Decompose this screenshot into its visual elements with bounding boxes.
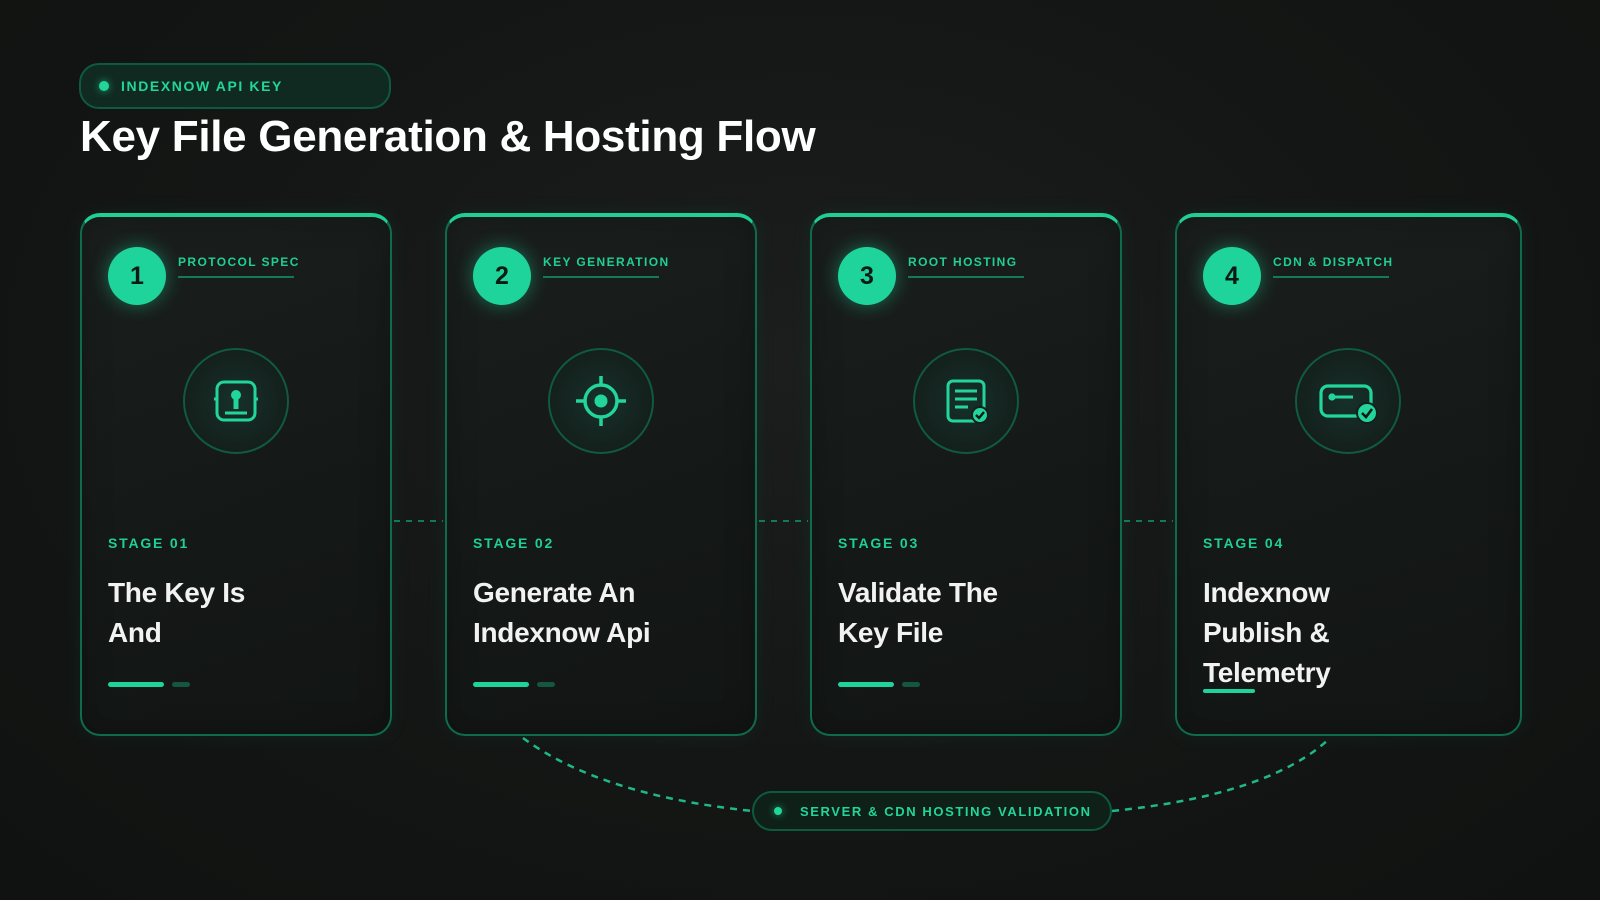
stage-title-line: Indexnow bbox=[1203, 577, 1330, 608]
footer-badge: SERVER & CDN HOSTING VALIDATION bbox=[752, 791, 1112, 831]
stage-card-1: 1 PROTOCOL SPEC STAGE 01 The Key Is And bbox=[80, 213, 392, 736]
progress-bar-inactive bbox=[537, 682, 555, 687]
stage-number-label: STAGE 03 bbox=[838, 535, 920, 551]
progress-bar-inactive bbox=[172, 682, 190, 687]
step-label-underline bbox=[908, 276, 1024, 278]
badge-dot-icon bbox=[99, 81, 109, 91]
stage-title-line: And bbox=[108, 617, 162, 648]
validation-arc-left bbox=[522, 736, 753, 813]
stage-title: Generate An Indexnow Api bbox=[473, 573, 651, 653]
stage-title: Validate The Key File bbox=[838, 573, 998, 653]
stage-number-label: STAGE 01 bbox=[108, 535, 190, 551]
footer-badge-label: SERVER & CDN HOSTING VALIDATION bbox=[800, 803, 1092, 819]
stage-progress-indicator bbox=[838, 682, 920, 687]
step-label-underline bbox=[1273, 276, 1389, 278]
stage-progress-indicator bbox=[473, 682, 555, 687]
stage-title-line: The Key Is bbox=[108, 577, 246, 608]
stage-title-line: Validate The bbox=[838, 577, 998, 608]
step-category-label: CDN & DISPATCH bbox=[1273, 255, 1394, 269]
progress-bar-active bbox=[838, 682, 894, 687]
stage-card-2: 2 KEY GENERATION STAGE 02 Generate An In… bbox=[445, 213, 757, 736]
stage-card-3: 3 ROOT HOSTING STAGE 03 Validate The Key… bbox=[810, 213, 1122, 736]
validation-arc-right bbox=[1111, 737, 1331, 813]
stage-title-line: Publish & bbox=[1203, 617, 1330, 648]
progress-bar-active bbox=[108, 682, 164, 687]
stage-title-line: Indexnow Api bbox=[473, 617, 651, 648]
step-category-label: ROOT HOSTING bbox=[908, 255, 1018, 269]
badge-dot-icon bbox=[774, 807, 782, 815]
step-number-badge: 1 bbox=[108, 247, 166, 305]
stage-progress-indicator bbox=[108, 682, 190, 687]
id-badge-icon bbox=[183, 348, 289, 454]
stage-title: Indexnow Publish & Telemetry bbox=[1203, 573, 1331, 693]
progress-bar-active bbox=[473, 682, 529, 687]
stage-title-line: Generate An bbox=[473, 577, 636, 608]
progress-bar-inactive bbox=[902, 682, 920, 687]
key-card-check-icon bbox=[1295, 348, 1401, 454]
stage-title: The Key Is And bbox=[108, 573, 245, 653]
target-icon bbox=[548, 348, 654, 454]
page-title: Key File Generation & Hosting Flow bbox=[80, 112, 816, 161]
stage-title-line: Key File bbox=[838, 617, 943, 648]
stage-title-line: Telemetry bbox=[1203, 657, 1331, 688]
stage-number-label: STAGE 02 bbox=[473, 535, 555, 551]
step-number-badge: 2 bbox=[473, 247, 531, 305]
stage-number-label: STAGE 04 bbox=[1203, 535, 1285, 551]
step-category-label: PROTOCOL SPEC bbox=[178, 255, 300, 269]
step-category-label: KEY GENERATION bbox=[543, 255, 670, 269]
document-check-icon bbox=[913, 348, 1019, 454]
header-badge: INDEXNOW API KEY bbox=[79, 63, 391, 109]
title-underline-accent bbox=[1203, 689, 1255, 693]
step-label-underline bbox=[178, 276, 294, 278]
step-number-badge: 4 bbox=[1203, 247, 1261, 305]
stage-card-4: 4 CDN & DISPATCH STAGE 04 Indexnow Publi… bbox=[1175, 213, 1522, 736]
header-badge-label: INDEXNOW API KEY bbox=[121, 78, 283, 94]
step-label-underline bbox=[543, 276, 659, 278]
step-number-badge: 3 bbox=[838, 247, 896, 305]
